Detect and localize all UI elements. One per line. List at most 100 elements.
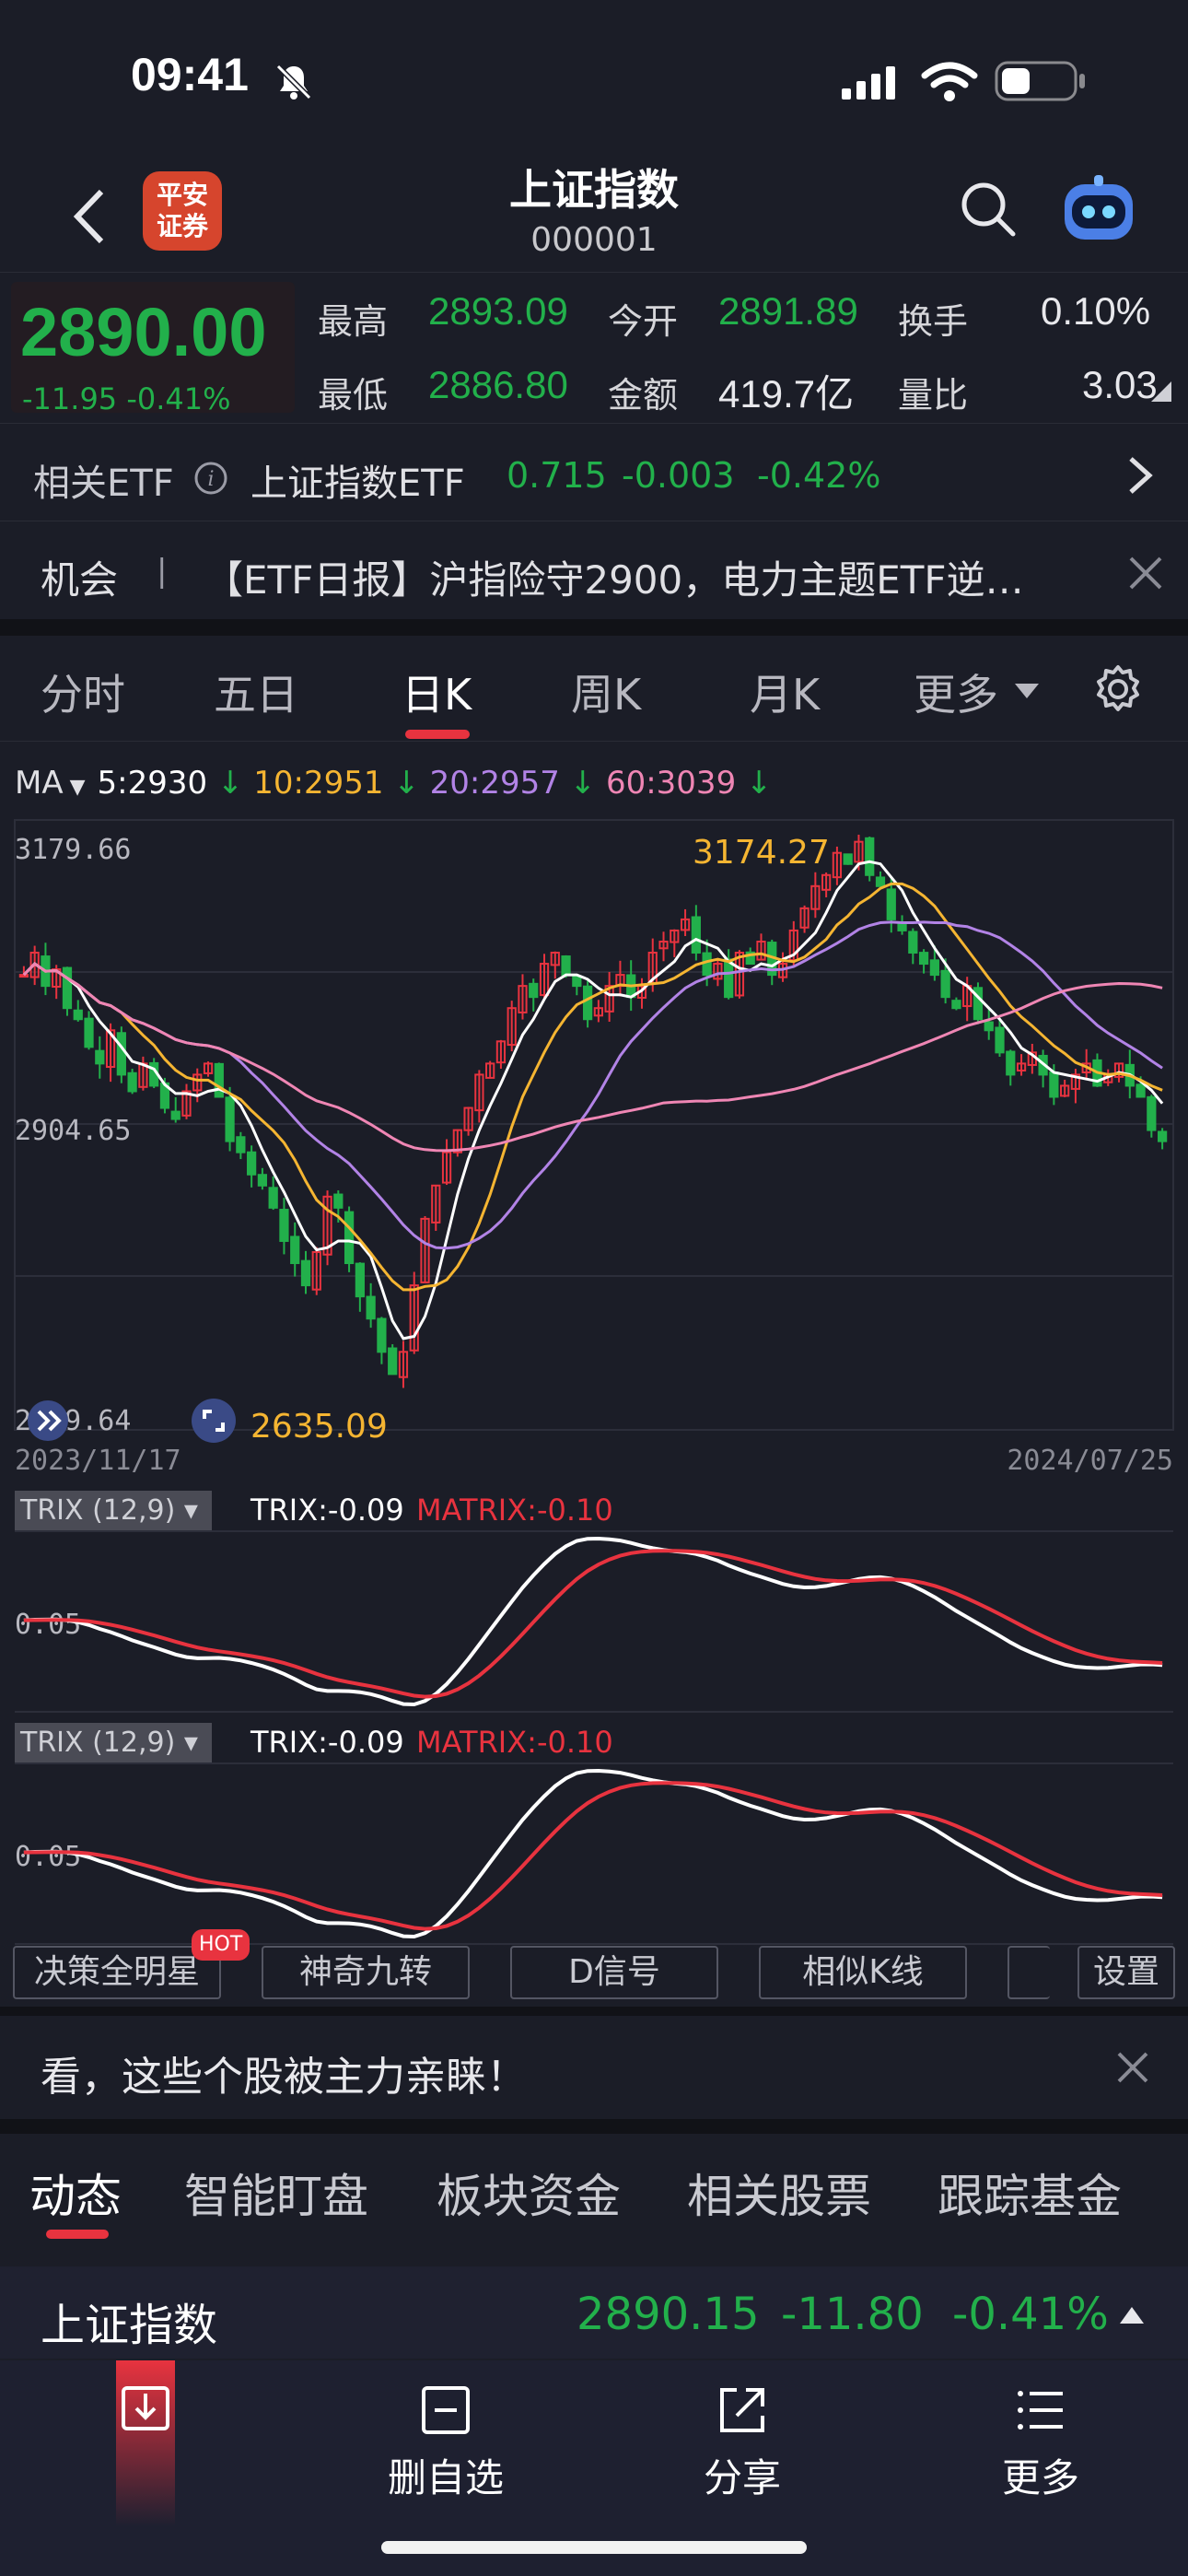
low-label: 最低 — [318, 375, 389, 416]
ma-label[interactable]: MA — [15, 765, 64, 802]
promo-text[interactable]: 看，这些个股被主力亲睐！ — [41, 2043, 527, 2102]
ma-lines — [22, 860, 1164, 1341]
tab-news-feed[interactable]: 动态 — [29, 2160, 122, 2226]
robot-assistant-icon[interactable] — [1059, 173, 1138, 247]
candle-body — [279, 1209, 289, 1242]
fullscreen-icon[interactable] — [192, 1399, 236, 1443]
expand-corner-icon[interactable] — [1151, 381, 1171, 402]
candle-body — [236, 1136, 246, 1153]
ticker-pct: -0.41% — [952, 2289, 1109, 2340]
max-price-annotation: 3174.27 — [693, 834, 830, 872]
section-divider — [0, 2007, 1188, 2016]
ma60-line — [22, 962, 1163, 1153]
share-label: 分享 — [703, 2455, 781, 2500]
promo-banner[interactable]: 看，这些个股被主力亲睐！ — [0, 2016, 1188, 2119]
remove-watchlist-label: 删自选 — [387, 2455, 504, 2500]
tab-smart-watch[interactable]: 智能盯盘 — [184, 2160, 368, 2226]
collapse-up-triangle-icon[interactable] — [1118, 2305, 1146, 2325]
tab-related-stocks[interactable]: 相关股票 — [687, 2160, 871, 2226]
min-price-annotation: 2635.09 — [250, 1408, 388, 1446]
similar-kline-button[interactable]: 相似K线 — [759, 1946, 967, 1999]
candle-body — [865, 837, 875, 876]
etf-price: 0.715 — [507, 455, 607, 496]
turnover-label: 换手 — [898, 301, 969, 342]
tab-daily-k[interactable]: 日K — [402, 662, 472, 722]
matrix-line-1 — [23, 1549, 1163, 1699]
related-etf-row[interactable]: 相关ETF i 上证指数ETF 0.715 -0.003 -0.42% — [0, 426, 1188, 521]
home-indicator[interactable] — [381, 2541, 807, 2554]
volratio-label: 量比 — [898, 375, 969, 416]
candle-body — [843, 853, 853, 865]
close-icon[interactable] — [1127, 555, 1164, 591]
chart-period-tabs: 分时 五日 日K 周K 月K 更多 — [0, 636, 1188, 742]
candle-body — [84, 1017, 94, 1048]
share-icon — [720, 2388, 764, 2432]
candle-body — [355, 1262, 365, 1298]
candle-body — [702, 952, 712, 977]
tab-tracking-funds[interactable]: 跟踪基金 — [938, 2160, 1122, 2226]
high-value: 2893.09 — [428, 289, 568, 333]
more-menu-button[interactable]: 更多 — [949, 2383, 1133, 2530]
y-top-label: 3179.66 — [15, 834, 131, 866]
d-signal-button[interactable]: D信号 — [510, 1946, 718, 1999]
trix-panel-2[interactable]: TRIX (12,9) ▾ TRIX:-0.09 MATRIX:-0.10 0.… — [0, 1715, 1188, 1946]
section-divider — [0, 2119, 1188, 2134]
tab-more[interactable]: 更多 — [914, 662, 998, 722]
x-end-label: 2024/07/25 — [1007, 1445, 1173, 1474]
candle-body — [1147, 1095, 1157, 1131]
news-separator: | — [157, 553, 168, 590]
amount-value: 419.7亿 — [718, 372, 855, 416]
more-indicators-button[interactable] — [1007, 1946, 1050, 1999]
status-bar: 09:41 — [0, 0, 1188, 157]
tab-sector-funds[interactable]: 板块资金 — [437, 2160, 621, 2226]
ma-dropdown-icon[interactable]: ▼ — [64, 776, 92, 799]
x-start-label: 2023/11/17 — [15, 1445, 181, 1474]
settings-gear-icon[interactable] — [1092, 663, 1144, 715]
kline-chart[interactable]: 3179.66 2904.65 2629.64 3174.27 2635.09 … — [0, 811, 1188, 1477]
trix-panel-1[interactable]: TRIX (12,9) ▾ TRIX:-0.09 MATRIX:-0.10 0.… — [0, 1483, 1188, 1714]
close-icon[interactable] — [1116, 2051, 1149, 2084]
tab-five-day[interactable]: 五日 — [214, 662, 298, 722]
high-label: 最高 — [318, 301, 389, 342]
chevron-right-icon[interactable] — [1124, 455, 1155, 496]
candle-body — [561, 955, 571, 977]
candle-body — [691, 916, 701, 954]
download-icon — [122, 2386, 169, 2430]
candle-body — [995, 1026, 1005, 1054]
trix-ref-label-2: 0.05 — [15, 1841, 81, 1873]
candle-body — [290, 1235, 300, 1265]
indicator-settings-button[interactable]: 设置 — [1077, 1946, 1175, 1999]
wifi-icon — [921, 62, 978, 101]
index-ticker-row[interactable]: 上证指数 2890.15 -11.80 -0.41% — [0, 2266, 1188, 2359]
dropdown-triangle-icon[interactable] — [1013, 682, 1041, 700]
candle-body — [940, 969, 950, 999]
trix-line-2 — [23, 1768, 1163, 1939]
etf-label: 相关ETF — [33, 463, 174, 505]
share-button[interactable]: 分享 — [650, 2383, 834, 2530]
tab-monthly-k[interactable]: 月K — [750, 662, 820, 722]
remove-watchlist-button[interactable]: 删自选 — [354, 2383, 538, 2530]
ma60-value: 60:3039 — [605, 765, 737, 802]
tab-weekly-k[interactable]: 周K — [571, 662, 641, 722]
tab-intraday[interactable]: 分时 — [41, 662, 125, 722]
ticker-name: 上证指数 — [41, 2300, 218, 2351]
decision-stars-button[interactable]: 决策全明星 — [13, 1946, 221, 1999]
volratio-value: 3.03 — [1082, 363, 1158, 406]
download-tab[interactable] — [116, 2360, 175, 2526]
candle-body — [366, 1295, 376, 1320]
candle-body — [1157, 1130, 1168, 1142]
magic-nine-button[interactable]: 神奇九转 — [262, 1946, 470, 1999]
candle-body — [247, 1151, 257, 1176]
menu-list-icon — [1018, 2391, 1063, 2430]
tab-active-indicator — [46, 2230, 109, 2239]
kline-chart-svg: 3179.66 2904.65 2629.64 3174.27 2635.09 … — [14, 819, 1174, 1477]
candle-body — [225, 1096, 235, 1142]
search-icon[interactable] — [958, 179, 1019, 240]
trix-ref-label-1: 0.05 — [15, 1609, 81, 1641]
info-icon[interactable]: i — [193, 461, 228, 496]
content-tabs: 动态 智能盯盘 板块资金 相关股票 跟踪基金 — [0, 2134, 1188, 2239]
indicator-buttons: 决策全明星 HOT 神奇九转 D信号 相似K线 设置 — [0, 1929, 1188, 2001]
news-ticker-row[interactable]: 机会 | 【ETF日报】沪指险守2900，电力主题ETF逆… — [0, 523, 1188, 619]
news-headline[interactable]: 【ETF日报】沪指险守2900，电力主题ETF逆… — [204, 549, 1061, 605]
fast-forward-icon[interactable] — [28, 1400, 68, 1441]
